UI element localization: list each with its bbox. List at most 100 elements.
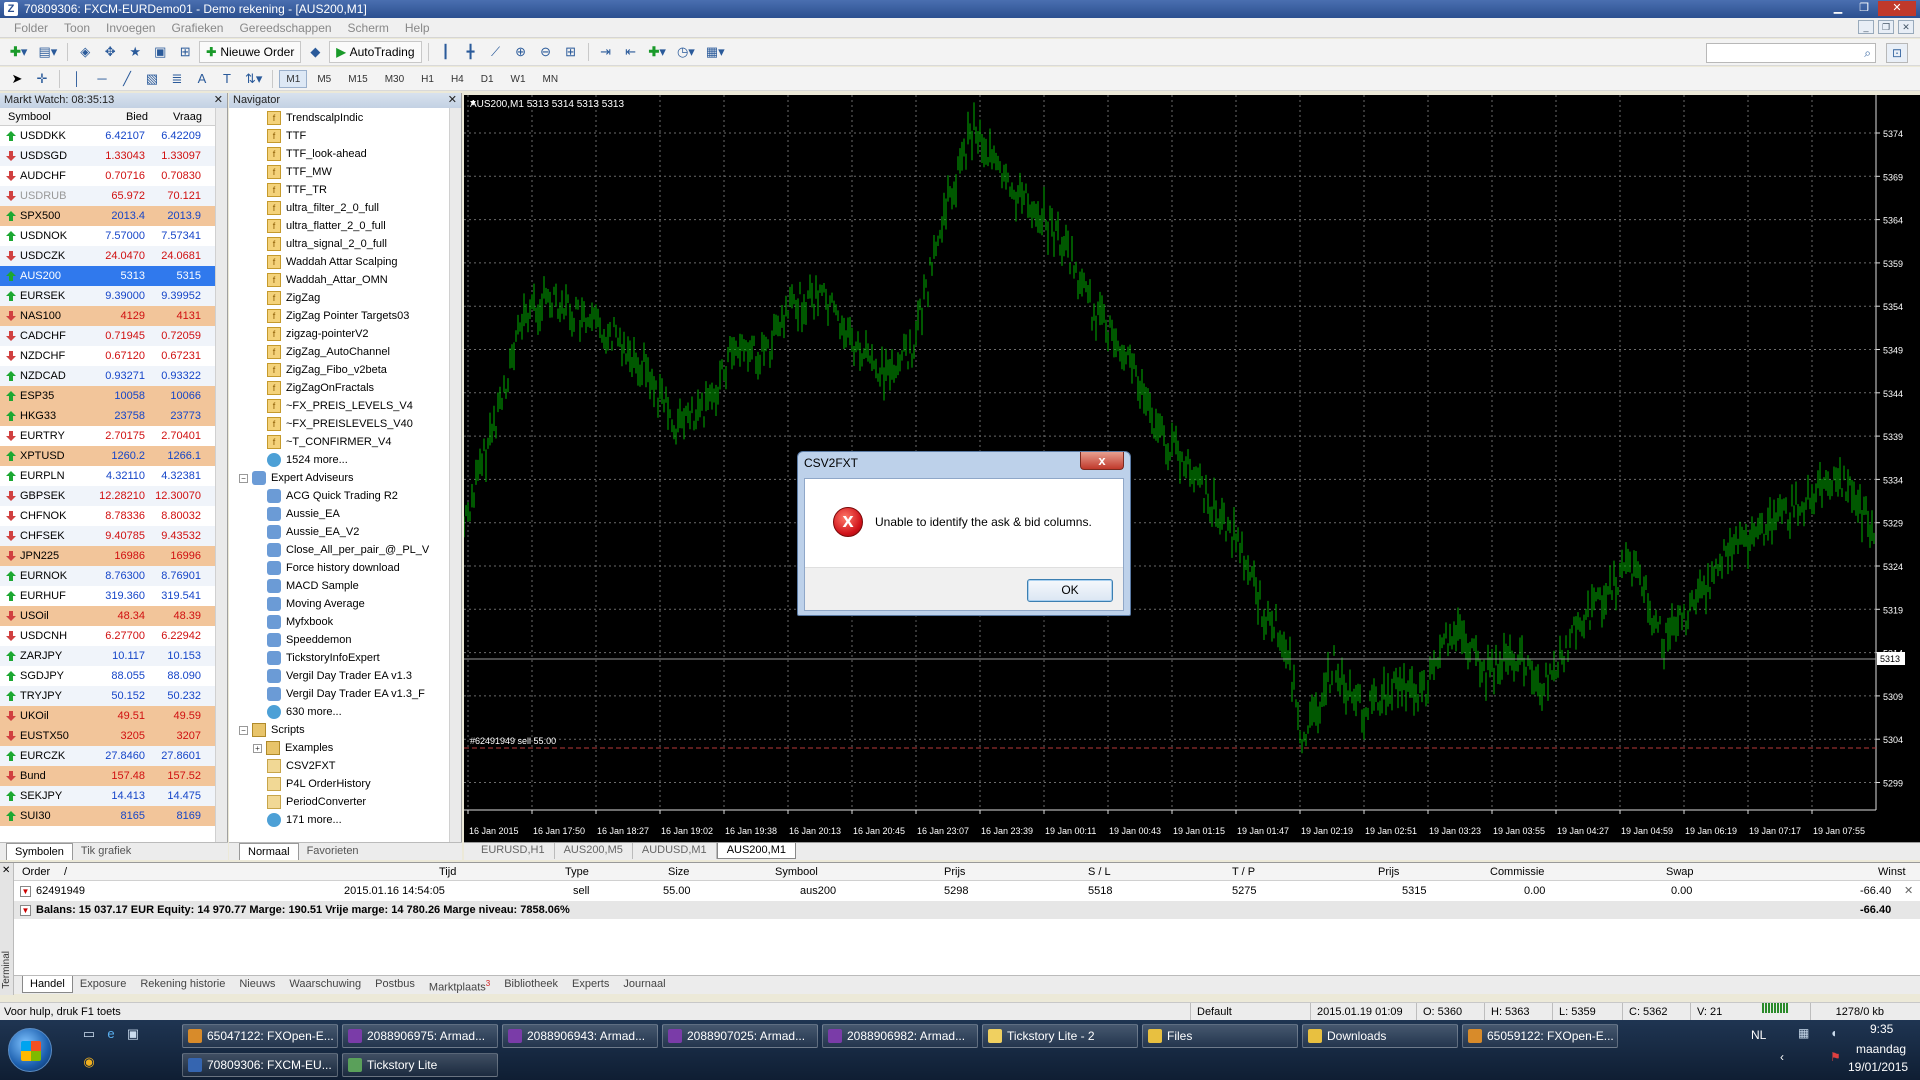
templates-icon[interactable]: ▦▾ <box>702 41 729 63</box>
col-sl[interactable]: S / L <box>1088 863 1111 881</box>
taskbar-button[interactable]: Files <box>1142 1024 1298 1048</box>
terminal-tab[interactable]: Handel <box>22 976 73 993</box>
market-watch-row[interactable]: TRYJPY 50.152 50.232 <box>0 686 227 706</box>
collapse-icon[interactable]: − <box>239 473 248 483</box>
close-window-button[interactable]: ✕ <box>1878 1 1916 16</box>
taskbar-button[interactable]: Tickstory Lite <box>342 1053 498 1077</box>
alert-icon[interactable]: ⚑ <box>1830 1050 1841 1064</box>
market-watch-row[interactable]: AUDCHF 0.70716 0.70830 <box>0 166 227 186</box>
nav-item-indicator[interactable]: f ~FX_PREISLEVELS_V40 <box>229 415 449 433</box>
nav-item-script[interactable]: CSV2FXT <box>229 757 449 775</box>
nav-item-expert[interactable]: Force history download <box>229 559 449 577</box>
nav-item-expert[interactable]: ACG Quick Trading R2 <box>229 487 449 505</box>
taskbar-button[interactable]: 2088906982: Armad... <box>822 1024 978 1048</box>
status-profile[interactable]: Default <box>1190 1003 1310 1021</box>
connection-bars-icon[interactable] <box>1762 1003 1788 1013</box>
mdi-minimize-button[interactable]: _ <box>1858 20 1874 34</box>
navigator-scrollbar[interactable] <box>449 108 461 842</box>
nav-item-indicator[interactable]: f TTF_look-ahead <box>229 145 449 163</box>
terminal-tab[interactable]: Marktplaats3 <box>422 976 497 994</box>
taskbar-button[interactable]: 2088907025: Armad... <box>662 1024 818 1048</box>
nav-item-expert[interactable]: Vergil Day Trader EA v1.3 <box>229 667 449 685</box>
nav-item-expert[interactable]: TickstoryInfoExpert <box>229 649 449 667</box>
nav-item-more[interactable]: 630 more... <box>229 703 449 721</box>
nav-item-script[interactable]: P4L OrderHistory <box>229 775 449 793</box>
taskbar-button[interactable]: 70809306: FXCM-EU... <box>182 1053 338 1077</box>
nav-item-indicator[interactable]: f TTF <box>229 127 449 145</box>
col-symbol[interactable]: Symbool <box>0 108 92 125</box>
text-icon[interactable]: A <box>191 68 213 90</box>
col-time[interactable]: Tijd <box>439 863 456 881</box>
taskbar-button[interactable]: 2088906975: Armad... <box>342 1024 498 1048</box>
terminal-tab[interactable]: Rekening historie <box>133 976 232 993</box>
market-watch-row[interactable]: USDSGD 1.33043 1.33097 <box>0 146 227 166</box>
timeframe-m1[interactable]: M1 <box>279 69 308 88</box>
market-watch-row[interactable]: EURTRY 2.70175 2.70401 <box>0 426 227 446</box>
market-watch-row[interactable]: NZDCHF 0.67120 0.67231 <box>0 346 227 366</box>
market-watch-icon[interactable]: ◈ <box>74 41 96 63</box>
chart-tab[interactable]: AUDUSD,M1 <box>633 843 717 859</box>
market-watch-row[interactable]: CADCHF 0.71945 0.72059 <box>0 326 227 346</box>
timeframe-m15[interactable]: M15 <box>341 70 374 88</box>
market-watch-row[interactable]: EURHUF 319.360 319.541 <box>0 586 227 606</box>
taskbar-button[interactable]: 2088906943: Armad... <box>502 1024 658 1048</box>
market-watch-row[interactable]: EUSTX50 3205 3207 <box>0 726 227 746</box>
nav-folder-scripts[interactable]: − Scripts <box>229 721 449 739</box>
mdi-restore-button[interactable]: ❐ <box>1878 20 1894 34</box>
market-watch-row[interactable]: SGDJPY 88.055 88.090 <box>0 666 227 686</box>
nav-folder-experts[interactable]: − Expert Adviseurs <box>229 469 449 487</box>
channel-icon[interactable]: ▧ <box>141 68 163 90</box>
close-icon[interactable]: ✕ <box>2 865 10 876</box>
timeframe-h4[interactable]: H4 <box>444 70 471 88</box>
search-icon[interactable]: ⌕ <box>1864 46 1871 61</box>
col-order[interactable]: Order <box>22 863 50 881</box>
market-watch-scrollbar[interactable] <box>215 108 227 842</box>
nav-item-indicator[interactable]: f TTF_TR <box>229 181 449 199</box>
terminal-icon[interactable]: ▣ <box>149 41 171 63</box>
cursor-icon[interactable]: ➤ <box>6 68 28 90</box>
menu-item[interactable]: Scherm <box>340 21 397 35</box>
terminal-tab[interactable]: Exposure <box>73 976 133 993</box>
market-watch-row[interactable]: ZARJPY 10.117 10.153 <box>0 646 227 666</box>
nav-item-indicator[interactable]: f ultra_signal_2_0_full <box>229 235 449 253</box>
order-row[interactable]: ▼ 62491949 2015.01.16 14:54:05 sell 55.0… <box>14 882 1920 900</box>
fibonacci-icon[interactable]: ≣ <box>166 68 188 90</box>
mdi-close-button[interactable]: ✕ <box>1898 20 1914 34</box>
tab-favorites[interactable]: Favorieten <box>299 843 367 860</box>
tile-windows-icon[interactable]: ⊞ <box>560 41 582 63</box>
market-watch-row[interactable]: CHFSEK 9.40785 9.43532 <box>0 526 227 546</box>
new-chart-icon[interactable]: ✚ ▾ <box>6 41 31 63</box>
nav-item-indicator[interactable]: f ZigZag Pointer Targets03 <box>229 307 449 325</box>
taskbar-button[interactable]: Downloads <box>1302 1024 1458 1048</box>
col-swap[interactable]: Swap <box>1666 863 1694 881</box>
nav-item-indicator[interactable]: f TrendscalpIndic <box>229 109 449 127</box>
chart-tab[interactable]: AUS200,M5 <box>555 843 633 859</box>
market-watch-row[interactable]: CHFNOK 8.78336 8.80032 <box>0 506 227 526</box>
candlestick-icon[interactable]: ╋ <box>460 41 482 63</box>
timeframe-w1[interactable]: W1 <box>504 70 533 88</box>
start-button[interactable] <box>8 1028 52 1072</box>
market-watch-row[interactable]: EURSEK 9.39000 9.39952 <box>0 286 227 306</box>
autotrading-button[interactable]: ▶ AutoTrading <box>329 41 422 63</box>
timeframe-h1[interactable]: H1 <box>414 70 441 88</box>
nav-item-indicator[interactable]: f ZigZag <box>229 289 449 307</box>
menu-item[interactable]: Help <box>397 21 438 35</box>
market-watch-row[interactable]: JPN225 16986 16996 <box>0 546 227 566</box>
col-ask[interactable]: Vraag <box>148 108 204 125</box>
market-watch-row[interactable]: SPX500 2013.4 2013.9 <box>0 206 227 226</box>
nav-item-indicator[interactable]: f ultra_flatter_2_0_full <box>229 217 449 235</box>
nav-folder-examples[interactable]: + Examples <box>229 739 449 757</box>
chart-tab-active[interactable]: AUS200,M1 <box>716 843 796 859</box>
new-order-button[interactable]: ✚ Nieuwe Order <box>199 41 302 63</box>
market-watch-row[interactable]: AUS200 5313 5315 <box>0 266 227 286</box>
language-indicator[interactable]: NL <box>1751 1028 1766 1042</box>
market-watch-row[interactable]: USDDKK 6.42107 6.42209 <box>0 126 227 146</box>
nav-item-indicator[interactable]: f ZigZag_Fibo_v2beta <box>229 361 449 379</box>
line-chart-icon[interactable]: ⟋ <box>485 41 507 63</box>
market-watch-row[interactable]: USDRUB 65.972 70.121 <box>0 186 227 206</box>
chart-shift-icon[interactable]: ⇤ <box>620 41 642 63</box>
tray-date[interactable]: 19/01/2015 <box>1848 1060 1908 1074</box>
nav-item-indicator[interactable]: f zigzag-pointerV2 <box>229 325 449 343</box>
close-icon[interactable]: ✕ <box>214 93 223 108</box>
nav-item-expert[interactable]: Myfxbook <box>229 613 449 631</box>
